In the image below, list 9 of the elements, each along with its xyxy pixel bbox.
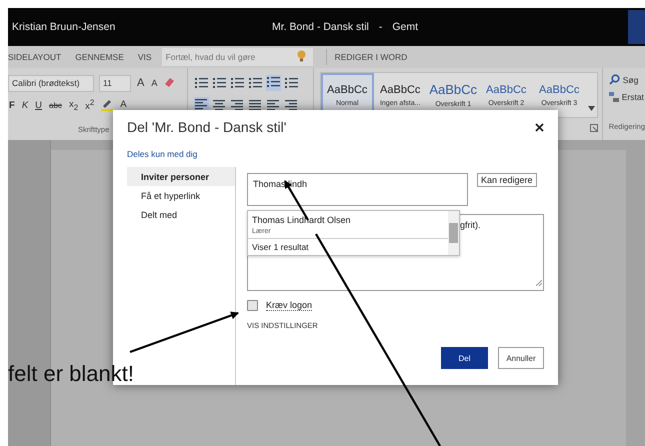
sharing-status: Deles kun med dig (127, 149, 198, 159)
result-count: Viser 1 resultat (251, 241, 310, 254)
title-separator: - (378, 21, 382, 33)
message-text: gfrit). (460, 220, 481, 230)
annotation-text: felt er blankt! (8, 361, 134, 387)
user-name: Kristian Bruun-Jensen (11, 21, 116, 33)
dialog-title: Del 'Mr. Bond - Dansk stil' (127, 119, 286, 135)
document-title: Mr. Bond - Dansk stil (272, 21, 369, 33)
save-status: Gemt (392, 21, 418, 33)
